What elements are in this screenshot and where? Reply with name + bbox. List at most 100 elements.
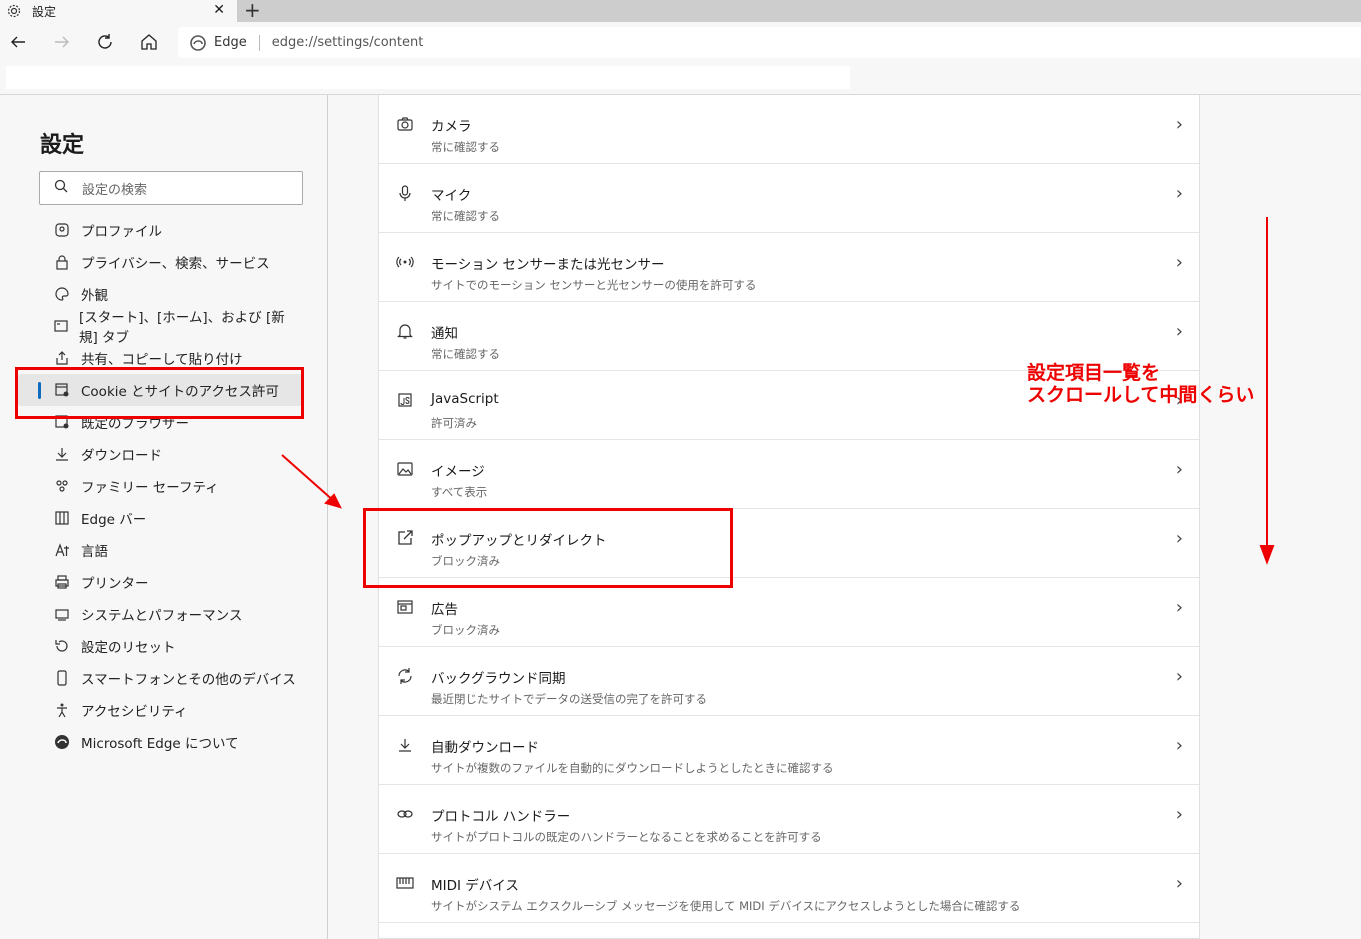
permission-status: すべて表示 (431, 485, 488, 499)
language-icon (53, 541, 71, 559)
ads-icon (396, 598, 414, 616)
sidebar-nav: プロファイルプライバシー、検索、サービス 外観 [スタート]、[ホーム]、および [… (18, 214, 302, 758)
permission-row[interactable]: プロトコル ハンドラー サイトがプロトコルの既定のハンドラーとなることを求めること… (379, 785, 1199, 854)
permission-row[interactable]: 通知 常に確認する › (379, 302, 1199, 371)
reset-icon (53, 637, 71, 655)
link-icon (396, 805, 414, 823)
permission-title: JavaScript (431, 391, 499, 407)
permission-row[interactable]: MIDI デバイス サイトがシステム エクスクルーシブ メッセージを使用して MI… (379, 854, 1199, 923)
edge-logo-icon (190, 34, 206, 51)
permission-status: 常に確認する (431, 140, 500, 154)
chevron-right-icon: › (1175, 183, 1183, 204)
permission-status: サイトが複数のファイルを自動的にダウンロードしようとしたときに確認する (431, 761, 834, 775)
image-icon (396, 460, 414, 478)
highlight-box-popup (363, 508, 733, 588)
chevron-right-icon: › (1175, 735, 1183, 756)
lock-icon (53, 253, 71, 271)
permission-status: 常に確認する (431, 209, 500, 223)
permission-row[interactable]: モーション センサーまたは光センサーサイトでのモーション センサーと光センサーの… (379, 233, 1199, 302)
sidebar-item-label: プリンター (81, 576, 149, 592)
toolbar: Edge edge://settings/content (0, 22, 1361, 62)
sidebar-item-label: スマートフォンとその他のデバイス (81, 672, 296, 688)
chevron-right-icon: › (1175, 666, 1183, 687)
sidebar-item[interactable]: 設定のリセット (40, 630, 302, 662)
tab-strip: 設定 ✕ + (0, 0, 1361, 22)
sidebar-item[interactable]: ダウンロード (40, 438, 302, 470)
palette-icon (53, 285, 71, 303)
refresh-button[interactable] (93, 30, 117, 54)
share-icon (53, 349, 71, 367)
url-text[interactable]: edge://settings/content (272, 35, 424, 50)
permission-title: 自動ダウンロード (431, 740, 539, 756)
permission-title: マイク (431, 188, 472, 204)
settings-search-input[interactable]: 設定の検索 (39, 171, 303, 205)
close-tab-icon[interactable]: ✕ (213, 2, 225, 18)
permission-row[interactable]: 広告 ブロック済み › (379, 578, 1199, 647)
sidebar-item[interactable]: アクセシビリティ (40, 694, 302, 726)
sidebar-item-label: プロファイル (81, 224, 162, 240)
new-tab-button[interactable]: + (244, 0, 261, 22)
edge-logo-icon (53, 733, 71, 751)
address-bar[interactable]: Edge edge://settings/content (178, 27, 1361, 58)
sidebar-item[interactable]: Microsoft Edge について (40, 726, 302, 758)
permission-row[interactable]: マイク常に確認する › (379, 164, 1199, 233)
permission-title: 通知 (431, 326, 458, 342)
permission-title: カメラ (431, 119, 472, 135)
permission-row[interactable]: イメージすべて表示 › (379, 440, 1199, 509)
highlight-box-sidebar (15, 367, 304, 419)
permission-status: ブロック済み (431, 623, 500, 637)
sensor-icon (396, 253, 414, 271)
chevron-right-icon: › (1175, 114, 1183, 135)
home-icon (141, 34, 157, 50)
edgebar-icon (53, 509, 71, 527)
permission-status: 許可済み (431, 416, 477, 430)
sidebar-item-label: 言語 (81, 544, 108, 560)
permission-row[interactable]: 自動ダウンロードサイトが複数のファイルを自動的にダウンロードしようとしたときに確… (379, 716, 1199, 785)
back-button[interactable] (6, 30, 30, 54)
sidebar-item[interactable]: システムとパフォーマンス (40, 598, 302, 630)
sidebar-item[interactable]: [スタート]、[ホーム]、および [新規] タブ (40, 310, 302, 346)
microphone-icon (396, 184, 414, 202)
forward-arrow-icon (55, 36, 69, 48)
permission-status: サイトでのモーション センサーと光センサーの使用を許可する (431, 278, 757, 292)
permission-title: プロトコル ハンドラー (431, 809, 571, 825)
permission-title: モーション センサーまたは光センサー (431, 257, 665, 273)
chevron-right-icon: › (1175, 528, 1183, 549)
sidebar-item-label: システムとパフォーマンス (81, 608, 243, 624)
chevron-right-icon: › (1175, 597, 1183, 618)
permission-row[interactable]: バックグラウンド同期 最近閉じたサイトでデータの送受信の完了を許可する › (379, 647, 1199, 716)
sidebar-item-label: ファミリー セーフティ (81, 480, 219, 496)
permission-title: バックグラウンド同期 (431, 671, 566, 687)
tab-settings[interactable]: 設定 ✕ (0, 0, 237, 22)
sidebar-item[interactable]: スマートフォンとその他のデバイス (40, 662, 302, 694)
forward-button[interactable] (50, 30, 74, 54)
printer-icon (53, 573, 71, 591)
sidebar-item-label: 共有、コピーして貼り付け (81, 352, 243, 368)
favorites-bar (0, 62, 1361, 95)
chevron-right-icon: › (1175, 873, 1183, 894)
sidebar-item[interactable]: ファミリー セーフティ (40, 470, 302, 502)
refresh-icon (98, 34, 112, 49)
family-icon (53, 477, 71, 495)
site-label: Edge (214, 35, 247, 50)
sidebar-item-label: プライバシー、検索、サービス (81, 256, 270, 272)
permission-row[interactable]: カメラ常に確認する › (379, 95, 1199, 164)
profile-icon (53, 221, 71, 239)
sync-icon (396, 667, 414, 685)
chevron-right-icon: › (1175, 804, 1183, 825)
sidebar-item[interactable]: 言語 (40, 534, 302, 566)
tab-title: 設定 (32, 4, 57, 19)
sidebar-item-label: アクセシビリティ (81, 704, 188, 720)
chevron-right-icon: › (1175, 459, 1183, 480)
home-button[interactable] (137, 30, 161, 54)
camera-icon (396, 115, 414, 133)
sidebar-item[interactable]: Edge バー (40, 502, 302, 534)
bell-icon (396, 322, 414, 340)
sidebar-item[interactable]: プライバシー、検索、サービス (40, 246, 302, 278)
sidebar-item-label: 外観 (81, 288, 108, 304)
sidebar-item[interactable]: プロファイル (40, 214, 302, 246)
permission-title: イメージ (431, 464, 485, 480)
favorites-bar-area (6, 66, 850, 89)
settings-heading: 設定 (40, 133, 85, 158)
sidebar-item[interactable]: プリンター (40, 566, 302, 598)
